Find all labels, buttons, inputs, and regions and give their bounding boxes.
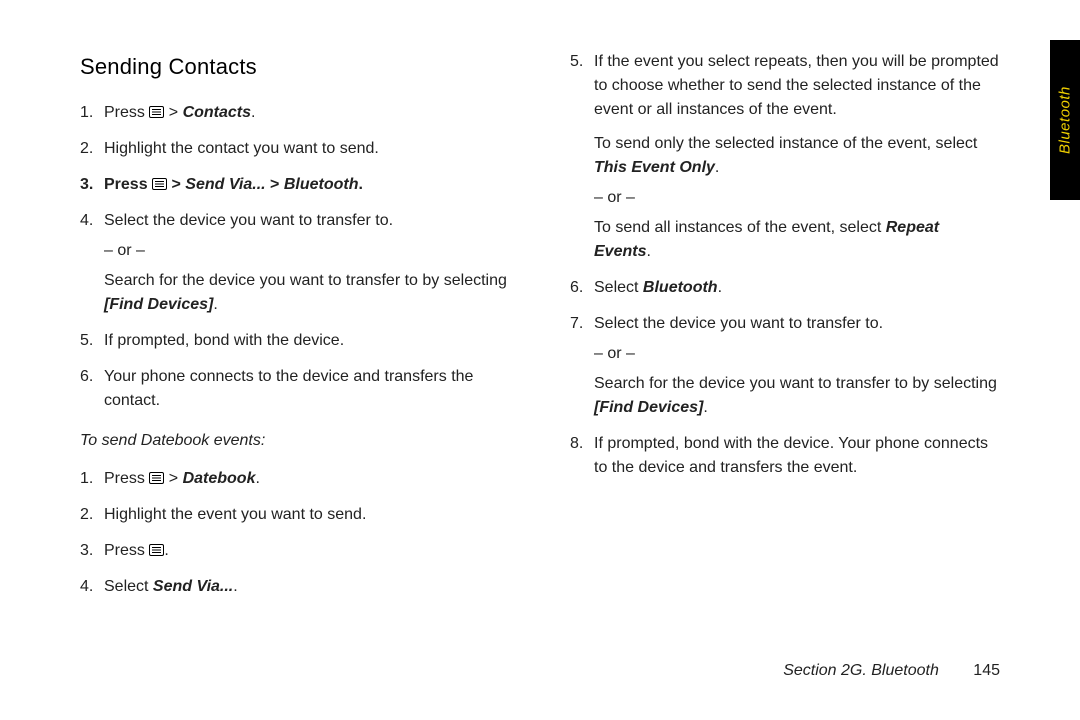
two-column-layout: Sending Contacts Press > Contacts. Highl… bbox=[80, 50, 1000, 611]
text: > bbox=[167, 176, 185, 193]
text: Search for the device you want to transf… bbox=[594, 375, 997, 392]
text: Search for the device you want to transf… bbox=[594, 372, 1000, 420]
text: Search for the device you want to transf… bbox=[104, 269, 510, 317]
db-step-1: Press > Datebook. bbox=[80, 467, 510, 491]
or-separator: – or – bbox=[104, 239, 510, 263]
db-step-5: If the event you select repeats, then yo… bbox=[570, 50, 1000, 264]
text: . bbox=[718, 279, 722, 296]
text: . bbox=[213, 296, 217, 313]
left-column: Sending Contacts Press > Contacts. Highl… bbox=[80, 50, 510, 611]
text: . bbox=[359, 176, 363, 193]
text: To send all instances of the event, sele… bbox=[594, 216, 1000, 264]
text: . bbox=[164, 542, 168, 559]
contacts-label: Contacts bbox=[183, 104, 251, 121]
text: Select the device you want to transfer t… bbox=[594, 312, 1000, 336]
text: Select bbox=[594, 279, 643, 296]
bluetooth-label: Bluetooth bbox=[284, 176, 359, 193]
db-step-6: Select Bluetooth. bbox=[570, 276, 1000, 300]
text: > bbox=[266, 176, 284, 193]
page-number: 145 bbox=[973, 662, 1000, 679]
text: . bbox=[715, 159, 719, 176]
db-step-8: If prompted, bond with the device. Your … bbox=[570, 432, 1000, 480]
or-separator: – or – bbox=[594, 186, 1000, 210]
text: Press bbox=[104, 176, 152, 193]
text: Select the device you want to transfer t… bbox=[104, 209, 510, 233]
section-label: Section 2G. Bluetooth bbox=[783, 662, 939, 679]
or-separator: – or – bbox=[594, 342, 1000, 366]
manual-page: Bluetooth Sending Contacts Press > Conta… bbox=[0, 0, 1080, 720]
section-heading: Sending Contacts bbox=[80, 50, 510, 83]
datebook-label: Datebook bbox=[183, 470, 256, 487]
text: . bbox=[251, 104, 255, 121]
step-4: Select the device you want to transfer t… bbox=[80, 209, 510, 317]
datebook-subhead: To send Datebook events: bbox=[80, 429, 510, 453]
step-3: Press > Send Via... > Bluetooth. bbox=[80, 173, 510, 197]
find-devices-label: [Find Devices] bbox=[594, 399, 703, 416]
datebook-steps: Press > Datebook. Highlight the event yo… bbox=[80, 467, 510, 599]
text: . bbox=[646, 243, 650, 260]
text: . bbox=[255, 470, 259, 487]
bluetooth-label: Bluetooth bbox=[643, 279, 718, 296]
text: Press bbox=[104, 470, 149, 487]
db-step-2: Highlight the event you want to send. bbox=[80, 503, 510, 527]
send-via-label: Send Via... bbox=[185, 176, 265, 193]
step-2: Highlight the contact you want to send. bbox=[80, 137, 510, 161]
menu-icon bbox=[152, 178, 167, 190]
find-devices-label: [Find Devices] bbox=[104, 296, 213, 313]
text: To send only the selected instance of th… bbox=[594, 135, 977, 152]
text: Press bbox=[104, 542, 149, 559]
text: Press bbox=[104, 104, 149, 121]
menu-icon bbox=[149, 472, 164, 484]
page-footer: Section 2G. Bluetooth 145 bbox=[783, 662, 1000, 680]
step-5: If prompted, bond with the device. bbox=[80, 329, 510, 353]
menu-icon bbox=[149, 544, 164, 556]
text: . bbox=[233, 578, 237, 595]
step-6: Your phone connects to the device and tr… bbox=[80, 365, 510, 413]
db-step-4: Select Send Via.... bbox=[80, 575, 510, 599]
db-step-3: Press . bbox=[80, 539, 510, 563]
send-via-label: Send Via... bbox=[153, 578, 233, 595]
text: . bbox=[703, 399, 707, 416]
menu-icon bbox=[149, 106, 164, 118]
sending-contacts-steps: Press > Contacts. Highlight the contact … bbox=[80, 101, 510, 413]
text: Select bbox=[104, 578, 153, 595]
text: If the event you select repeats, then yo… bbox=[594, 50, 1000, 122]
text: Search for the device you want to transf… bbox=[104, 272, 507, 289]
right-column: If the event you select repeats, then yo… bbox=[570, 50, 1000, 611]
section-tab-bluetooth: Bluetooth bbox=[1050, 40, 1080, 200]
db-step-7: Select the device you want to transfer t… bbox=[570, 312, 1000, 420]
step-1: Press > Contacts. bbox=[80, 101, 510, 125]
text: > bbox=[164, 470, 182, 487]
text: > bbox=[164, 104, 182, 121]
text: To send only the selected instance of th… bbox=[594, 132, 1000, 180]
this-event-only-label: This Event Only bbox=[594, 159, 715, 176]
text: To send all instances of the event, sele… bbox=[594, 219, 886, 236]
datebook-steps-continued: If the event you select repeats, then yo… bbox=[570, 50, 1000, 480]
